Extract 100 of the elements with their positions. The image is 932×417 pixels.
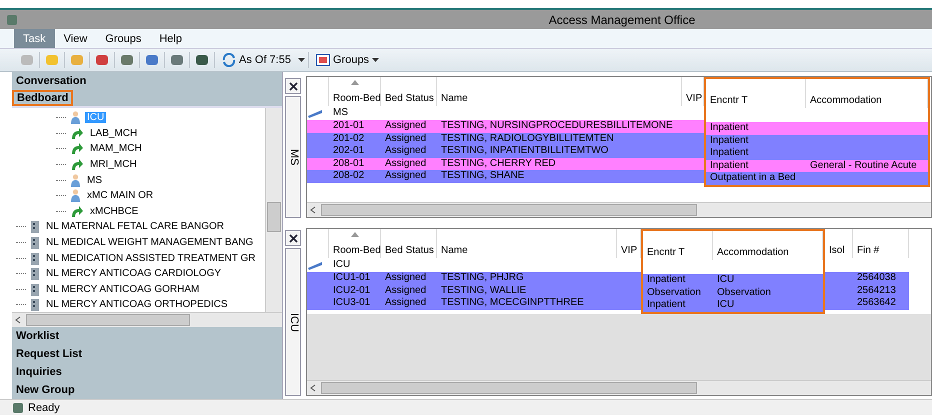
table-cell: 208-02: [329, 170, 381, 182]
horizontal-scrollbar[interactable]: [307, 380, 931, 395]
table-cell: Assigned: [381, 145, 437, 158]
table-cell: TESTING, NURSINGPROCEDURESBILLITEMONE: [437, 120, 682, 132]
row-header-cell[interactable]: [307, 158, 329, 170]
table-cell: Inpatient: [643, 274, 713, 286]
table-cell: Inpatient: [643, 299, 713, 312]
caret-icon[interactable]: [298, 58, 305, 62]
arrow-icon: [70, 142, 84, 156]
table-cell: Assigned: [381, 120, 437, 132]
tree-item[interactable]: LAB_MCH: [88, 128, 140, 139]
tree-item[interactable]: NL MEDICATION ASSISTED TREATMENT GR: [44, 252, 258, 264]
horizontal-scrollbar[interactable]: [12, 312, 282, 327]
column-header[interactable]: Room-Bed: [329, 229, 381, 258]
caret-icon: [372, 58, 380, 62]
group-label: MS: [332, 106, 349, 120]
column-header[interactable]: Encntr T: [706, 79, 806, 108]
column-header[interactable]: Bed Status: [381, 229, 437, 258]
table-cell: Inpatient: [706, 160, 806, 172]
column-header[interactable]: Name: [437, 229, 617, 258]
table-cell: 201-02: [329, 132, 381, 145]
building-icon: [30, 236, 40, 250]
close-button[interactable]: [285, 78, 301, 94]
status-text: Ready: [28, 402, 60, 414]
grid-icon: [316, 54, 330, 66]
column-header[interactable]: Room-Bed: [329, 77, 381, 106]
table-cell: General - Routine Acute: [806, 160, 928, 172]
tree-item[interactable]: MRI_MCH: [88, 159, 139, 170]
table-cell: Assigned: [381, 272, 437, 284]
status-icon: [12, 402, 24, 414]
building-icon: [30, 220, 40, 234]
table-cell: Assigned: [381, 158, 437, 170]
table-cell: Observation: [713, 286, 823, 299]
table-cell: Outpatient in a Bed: [706, 172, 806, 184]
building-icon: [30, 267, 40, 280]
table-cell: ICU: [713, 299, 823, 312]
tree-item[interactable]: NL MEDICAL WEIGHT MANAGEMENT BANG: [44, 237, 256, 248]
column-header[interactable]: Bed Status: [381, 77, 437, 106]
table-cell: TESTING, CHERRY RED: [437, 158, 682, 170]
menu-item[interactable]: Groups: [96, 29, 150, 48]
table-cell: TESTING, MCECGINPTTHREE: [437, 297, 617, 310]
table-cell: Observation: [643, 286, 713, 299]
menu-item[interactable]: View: [54, 29, 96, 48]
section-header[interactable]: Bedboard: [12, 90, 74, 106]
table-cell: 201-01: [329, 120, 381, 132]
person-icon: [70, 111, 81, 124]
table-cell: ICU2-01: [329, 284, 381, 297]
column-header[interactable]: VIP: [682, 77, 704, 106]
column-header[interactable]: VIP: [617, 229, 641, 258]
table-cell: TESTING, INPATIENTBILLITEMTWO: [437, 145, 682, 158]
table-cell: TESTING, WALLIE: [437, 284, 617, 297]
arrow-icon: [70, 158, 84, 172]
table-cell: ICU1-01: [329, 272, 381, 284]
menu-item[interactable]: Help: [150, 29, 191, 48]
building-icon: [30, 298, 40, 312]
tree-item[interactable]: xMC MAIN OR: [85, 190, 156, 202]
column-header[interactable]: Accommodation: [713, 231, 823, 260]
arrow-icon: [70, 126, 84, 140]
tree-item[interactable]: NL MATERNAL FETAL CARE BANGOR: [44, 221, 226, 232]
tree-item[interactable]: NL MERCY ANTICOAG GORHAM: [44, 284, 202, 295]
group-label: ICU: [332, 258, 352, 272]
row-header-cell[interactable]: [307, 120, 329, 132]
table-cell: 2564038: [853, 272, 909, 284]
arrow-icon: [70, 204, 84, 218]
refresh-icon: [222, 53, 236, 67]
close-icon: [288, 234, 298, 242]
column-header[interactable]: Name: [437, 77, 682, 106]
tree-item[interactable]: MS: [85, 174, 104, 186]
table-cell: ICU: [713, 274, 823, 286]
window-title: Access Management Office: [548, 12, 696, 26]
as-of-dropdown[interactable]: As Of 7:55: [218, 53, 295, 67]
table-cell: Inpatient: [706, 134, 806, 147]
building-icon: [30, 252, 40, 265]
table-cell: 208-01: [329, 158, 381, 170]
table-cell: Assigned: [381, 284, 437, 297]
table-cell: 202-01: [329, 145, 381, 158]
close-icon: [288, 82, 298, 90]
table-cell: TESTING, RADIOLOGYBILLITEMTEN: [437, 132, 682, 145]
app-icon: [6, 14, 18, 26]
table-cell: Inpatient: [706, 147, 806, 160]
horizontal-scrollbar[interactable]: [307, 202, 931, 217]
tree-item[interactable]: NL MERCY ANTICOAG CARDIOLOGY: [44, 268, 224, 280]
column-header[interactable]: Encntr T: [643, 231, 713, 260]
table-cell: TESTING, PHJRG: [437, 272, 617, 284]
groups-dropdown[interactable]: Groups: [312, 54, 384, 66]
row-header-cell[interactable]: [307, 170, 329, 182]
column-header[interactable]: Isol: [825, 229, 853, 258]
pane-tab[interactable]: MS: [285, 96, 301, 218]
vertical-scrollbar[interactable]: [265, 108, 282, 312]
person-icon: [70, 174, 81, 187]
table-cell: 2564213: [853, 284, 909, 297]
column-header[interactable]: Fin #: [853, 229, 909, 258]
close-button[interactable]: [285, 230, 301, 246]
tree-item[interactable]: NL MERCY ANTICOAG ORTHOPEDICS: [44, 299, 230, 310]
table-cell: 2563642: [853, 297, 909, 310]
column-header[interactable]: Accommodation: [806, 79, 928, 108]
building-icon: [30, 282, 40, 296]
tree-item[interactable]: MAM_MCH: [88, 143, 144, 154]
pane-tab[interactable]: ICU: [285, 248, 301, 396]
tree-item[interactable]: xMCHBCE: [88, 206, 140, 217]
